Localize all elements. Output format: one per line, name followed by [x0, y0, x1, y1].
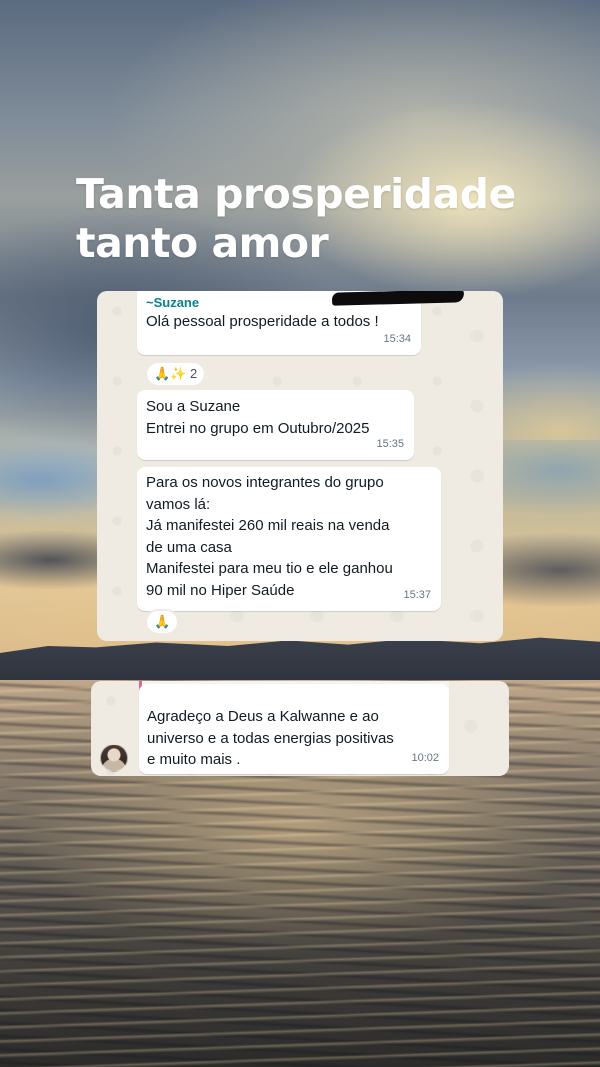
story-headline: Tanta prosperidade tanto amor [76, 170, 556, 268]
message-line: Manifestei para meu tio e ele ganhou [146, 560, 393, 577]
message-line: e muito mais . [147, 751, 241, 768]
chat-message[interactable]: Para os novos integrantes do grupo vamos… [137, 467, 441, 611]
message-reaction[interactable]: 🙏 [147, 611, 178, 633]
message-line: Já manifestei 260 mil reais na venda [146, 517, 390, 534]
message-reaction[interactable]: 🙏✨ 2 [147, 363, 205, 385]
headline-line-2: tanto amor [76, 219, 329, 267]
message-time: 15:37 [403, 588, 431, 601]
chat-message[interactable]: Agradeço a Deus a Kalwanne e ao universo… [139, 684, 449, 774]
chat-screenshot-1: ~Suzane Olá pessoal prosperidade a todos… [97, 291, 503, 641]
message-line: universo e a todas energias positivas [147, 729, 394, 747]
message-line: Entrei no grupo em Outubro/2025 [146, 419, 370, 437]
headline-line-1: Tanta prosperidade [76, 170, 516, 218]
message-line: Agradeço a Deus a Kalwanne e ao [147, 708, 379, 725]
redaction-scribble [331, 291, 465, 306]
message-line: Para os novos integrantes do grupo [146, 474, 384, 491]
message-time: 15:34 [383, 332, 411, 345]
message-line: Sou a Suzane [146, 398, 241, 415]
message-line: 90 mil no Hiper Saúde [146, 581, 295, 599]
message-line: Olá pessoal prosperidade a todos ! [146, 313, 379, 330]
chat-screenshot-2: Agradeço a Deus a Kalwanne e ao universo… [91, 681, 509, 776]
avatar[interactable] [100, 744, 128, 772]
message-line: vamos lá: [146, 495, 211, 513]
message-line: de uma casa [146, 538, 232, 556]
message-time: 10:02 [411, 751, 439, 764]
chat-message[interactable]: ~Suzane Olá pessoal prosperidade a todos… [137, 291, 465, 355]
chat-message[interactable]: Sou a Suzane Entrei no grupo em Outubro/… [137, 390, 414, 460]
message-time: 15:35 [376, 437, 404, 450]
